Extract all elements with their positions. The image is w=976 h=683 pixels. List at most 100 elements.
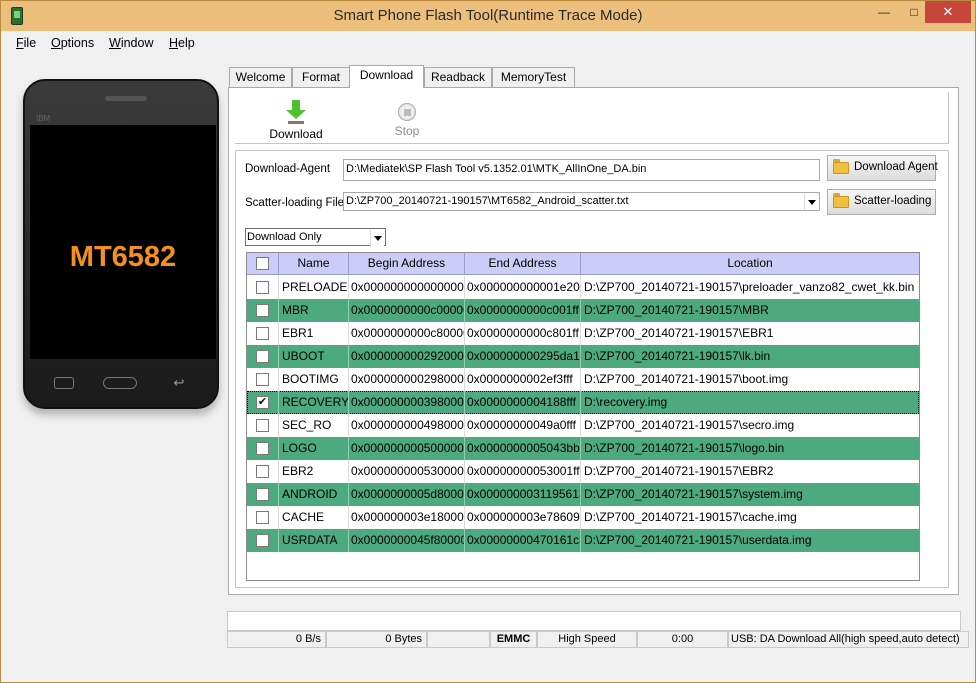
table-row[interactable]: UBOOT 0x0000000002920000 0x000000000295da1…	[247, 345, 919, 368]
folder-icon	[833, 193, 849, 208]
partition-checkbox[interactable]	[256, 511, 269, 524]
begin-address: 0x0000000000c00000	[349, 299, 465, 322]
table-row[interactable]: SEC_RO 0x0000000004980000 0x00000000049a0f…	[247, 414, 919, 437]
partition-checkbox[interactable]	[256, 442, 269, 455]
table-row[interactable]: LOGO 0x0000000005000000 0x0000000005043bb3…	[247, 437, 919, 460]
tab-memorytest[interactable]: MemoryTest	[492, 67, 575, 87]
download-mode-select[interactable]: Download Only	[245, 228, 386, 247]
chevron-down-icon[interactable]	[804, 194, 818, 210]
partition-name: EBR2	[279, 460, 349, 483]
partition-checkbox[interactable]	[256, 419, 269, 432]
window-title: Smart Phone Flash Tool(Runtime Trace Mod…	[333, 7, 643, 24]
row-checkbox-cell	[247, 414, 279, 437]
table-row[interactable]: PRELOADER 0x0000000000000000 0x00000000000…	[247, 276, 919, 299]
begin-address: 0x0000000005d80000	[349, 483, 465, 506]
partition-checkbox[interactable]	[256, 488, 269, 501]
scatter-loading-button[interactable]: Scatter-loading	[827, 189, 936, 215]
download-agent-label: Download-Agent	[245, 163, 331, 175]
row-checkbox-cell	[247, 529, 279, 552]
tab-format[interactable]: Format	[292, 67, 350, 87]
end-address: 0x000000003e786093	[465, 506, 581, 529]
column-header-name[interactable]: Name	[279, 253, 349, 275]
scatter-file-value: D:\ZP700_20140721-190157\MT6582_Android_…	[346, 195, 629, 207]
download-panel: Download Stop Download-Agent D:\Mediatek…	[228, 87, 959, 595]
stop-button[interactable]: Stop	[372, 100, 442, 138]
end-address: 0x0000000002ef3fff	[465, 368, 581, 391]
table-row[interactable]: RECOVERY0x00000000039800000x000000000418…	[247, 391, 919, 414]
partition-checkbox[interactable]	[256, 373, 269, 386]
partition-checkbox[interactable]	[256, 281, 269, 294]
download-agent-button-label: Download Agent	[854, 161, 938, 173]
column-header-begin-address[interactable]: Begin Address	[349, 253, 465, 275]
partition-location: D:\ZP700_20140721-190157\boot.img	[584, 372, 789, 386]
download-button[interactable]: Download	[261, 100, 331, 141]
row-checkbox-cell	[247, 322, 279, 345]
table-row[interactable]: EBR2 0x0000000005300000 0x00000000053001ff…	[247, 460, 919, 483]
row-checkbox-cell	[247, 483, 279, 506]
end-address: 0x0000000000c801ff	[465, 322, 581, 345]
partition-checkbox[interactable]	[256, 327, 269, 340]
menu-file[interactable]: File	[16, 36, 36, 50]
title-bar[interactable]: Smart Phone Flash Tool(Runtime Trace Mod…	[1, 1, 975, 31]
download-agent-button[interactable]: Download Agent	[827, 155, 938, 181]
partition-location: D:\ZP700_20140721-190157\system.img	[584, 487, 803, 501]
status-time: 0:00	[637, 631, 728, 648]
table-row[interactable]: CACHE 0x000000003e180000 0x000000003e78609…	[247, 506, 919, 529]
column-header-end-address[interactable]: End Address	[465, 253, 581, 275]
begin-address: 0x000000003e180000	[349, 506, 465, 529]
row-checkbox-cell	[247, 276, 279, 299]
partition-location: D:\ZP700_20140721-190157\EBR2	[584, 464, 774, 478]
folder-icon	[833, 159, 849, 174]
phone-illustration: IBM MT6582 ↩	[23, 79, 219, 409]
stop-button-label: Stop	[394, 124, 420, 138]
end-address: 0x00000000049a0fff	[465, 414, 581, 437]
begin-address: 0x0000000000000000	[349, 276, 465, 299]
end-address: 0x00000000053001ff	[465, 460, 581, 483]
end-address: 0x000000000001e20b	[465, 276, 581, 299]
menu-options[interactable]: Options	[51, 36, 94, 50]
scatter-file-label: Scatter-loading File	[245, 197, 345, 209]
table-row[interactable]: USRDATA 0x0000000045f80000 0x0000000047016…	[247, 529, 919, 552]
partition-location: D:\ZP700_20140721-190157\secro.img	[584, 418, 795, 432]
partition-checkbox[interactable]	[256, 465, 269, 478]
table-row[interactable]: MBR 0x0000000000c00000 0x0000000000c001ff D…	[247, 299, 919, 322]
status-message: USB: DA Download All(high speed,auto det…	[728, 631, 969, 648]
end-address: 0x0000000031195613	[465, 483, 581, 506]
partition-location: D:\ZP700_20140721-190157\lk.bin	[584, 349, 771, 363]
minimize-button[interactable]: —	[869, 1, 899, 23]
tab-welcome[interactable]: Welcome	[229, 67, 292, 87]
table-row[interactable]: ANDROID 0x0000000005d80000 0x0000000031195…	[247, 483, 919, 506]
stop-icon	[398, 103, 416, 121]
download-agent-field[interactable]: D:\Mediatek\SP Flash Tool v5.1352.01\MTK…	[343, 159, 820, 181]
begin-address: 0x0000000005000000	[349, 437, 465, 460]
partition-checkbox[interactable]	[256, 350, 269, 363]
home-key-icon	[103, 377, 137, 389]
row-checkbox-cell	[247, 368, 279, 391]
tab-readback[interactable]: Readback	[424, 67, 492, 87]
table-row[interactable]: BOOTIMG 0x0000000002980000 0x0000000002ef3…	[247, 368, 919, 391]
menu-window[interactable]: Window	[109, 36, 153, 50]
close-button[interactable]: ✕	[925, 1, 971, 23]
begin-address: 0x0000000004980000	[349, 414, 465, 437]
partition-location: D:\ZP700_20140721-190157\logo.bin	[584, 441, 785, 455]
partition-name: ANDROID	[279, 483, 349, 506]
select-all-checkbox[interactable]	[256, 257, 269, 270]
menu-help[interactable]: Help	[169, 36, 195, 50]
partition-checkbox[interactable]	[256, 304, 269, 317]
partition-name: UBOOT	[279, 345, 349, 368]
column-header-location[interactable]: Location	[581, 253, 919, 275]
begin-address: 0x0000000000c80000	[349, 322, 465, 345]
partition-checkbox[interactable]	[256, 396, 269, 409]
menu-key-icon	[54, 377, 74, 389]
begin-address: 0x0000000045f80000	[349, 529, 465, 552]
phone-speaker	[105, 96, 147, 101]
tab-download[interactable]: Download	[349, 65, 424, 88]
table-row[interactable]: EBR1 0x0000000000c80000 0x0000000000c801ff…	[247, 322, 919, 345]
toolbar: Download Stop	[235, 92, 949, 144]
table-header: Name Begin Address End Address Location	[247, 253, 919, 275]
download-button-label: Download	[269, 127, 323, 141]
chevron-down-icon[interactable]	[370, 230, 384, 247]
scatter-file-combo[interactable]: D:\ZP700_20140721-190157\MT6582_Android_…	[343, 192, 820, 211]
partition-location: D:\ZP700_20140721-190157\preloader_vanzo…	[584, 280, 915, 294]
partition-checkbox[interactable]	[256, 534, 269, 547]
